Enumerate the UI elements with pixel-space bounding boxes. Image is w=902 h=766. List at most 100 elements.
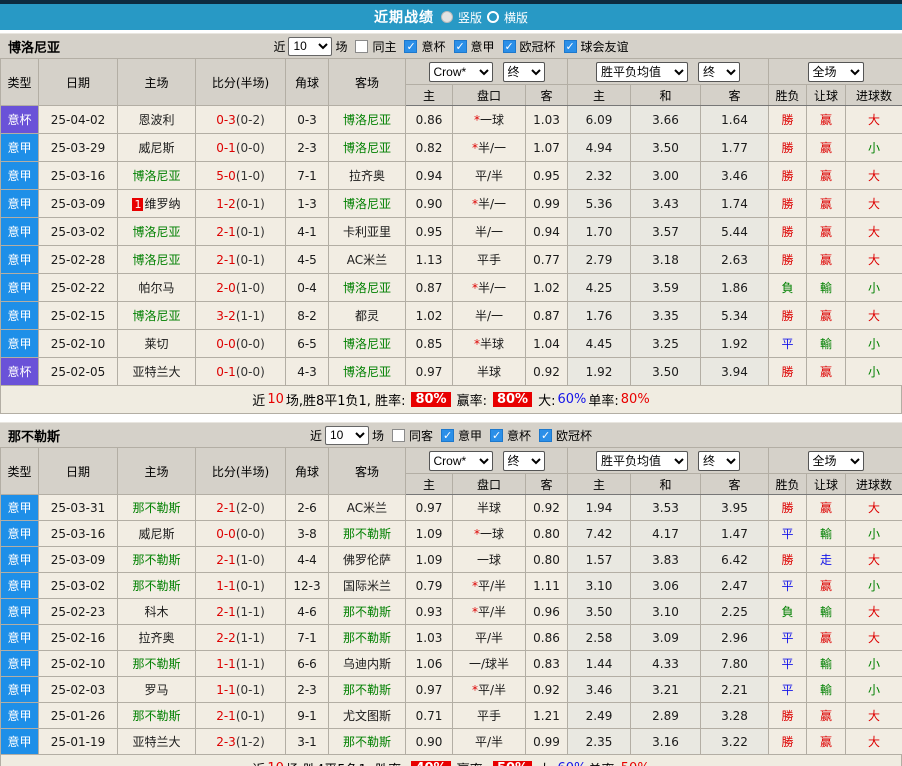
cell-handicap: 平/半 [453, 162, 526, 190]
home-team-name[interactable]: 那不勒斯 [132, 657, 180, 671]
away-team-name[interactable]: 佛罗伦萨 [343, 553, 391, 567]
league-checkbox-1[interactable] [490, 429, 503, 442]
home-team-name[interactable]: 博洛尼亚 [132, 253, 180, 267]
wdl-state-select[interactable]: 终 [698, 451, 740, 471]
cell-away-team: 那不勒斯 [329, 729, 406, 755]
away-team-name[interactable]: 乌迪内斯 [343, 657, 391, 671]
wdl-select-wrap: 胜平负均值终 [568, 451, 768, 471]
away-team-name[interactable]: 那不勒斯 [343, 631, 391, 645]
wdl-state-select[interactable]: 终 [698, 62, 740, 82]
cell-odds-away: 0.77 [526, 246, 568, 274]
home-team-name[interactable]: 博洛尼亚 [132, 225, 180, 239]
home-team-name[interactable]: 亚特兰大 [132, 365, 180, 379]
home-team-name[interactable]: 那不勒斯 [132, 553, 180, 567]
radio-horizontal-icon[interactable] [487, 11, 499, 23]
sub-col-header: 主 [568, 474, 631, 495]
away-team-name[interactable]: 卡利亚里 [343, 225, 391, 239]
home-team-name[interactable]: 罗马 [144, 683, 168, 697]
cell-wdl-draw: 3.83 [631, 547, 701, 573]
away-team-name[interactable]: 国际米兰 [343, 579, 391, 593]
cell-wdl-home: 2.32 [568, 162, 631, 190]
cell-handicap: 平手 [453, 246, 526, 274]
scope-select[interactable]: 全场 [808, 451, 864, 471]
radio-vertical-label[interactable]: 竖版 [458, 9, 482, 26]
same-venue-checkbox[interactable] [355, 40, 368, 53]
odds-state-select[interactable]: 终 [503, 62, 545, 82]
away-team-name[interactable]: 那不勒斯 [343, 735, 391, 749]
cell-corners: 7-1 [286, 625, 329, 651]
league-checkbox-2[interactable] [539, 429, 552, 442]
league-checkbox-2[interactable] [503, 40, 516, 53]
match-count-select[interactable]: 10 [325, 426, 369, 445]
cell-wdl-draw: 4.17 [631, 521, 701, 547]
radio-horizontal-label[interactable]: 横版 [504, 9, 528, 26]
match-count-select[interactable]: 10 [288, 37, 332, 56]
away-team-name[interactable]: 尤文图斯 [343, 709, 391, 723]
spacer [0, 414, 902, 422]
cell-result-goals: 大 [846, 729, 902, 755]
league-checkbox-3[interactable] [564, 40, 577, 53]
wdl-average-select[interactable]: 胜平负均值 [596, 62, 688, 82]
scope-select[interactable]: 全场 [808, 62, 864, 82]
home-team-name[interactable]: 恩波利 [138, 113, 174, 127]
cell-odds-away: 0.92 [526, 677, 568, 703]
away-team-name[interactable]: 博洛尼亚 [343, 113, 391, 127]
cell-wdl-away: 1.64 [701, 106, 769, 134]
cell-result-handicap: 輸 [807, 521, 846, 547]
league-checkbox-1[interactable] [454, 40, 467, 53]
league-checkbox-0[interactable] [404, 40, 417, 53]
home-team-name[interactable]: 拉齐奥 [138, 631, 174, 645]
fulltime-score: 2-1 [216, 605, 236, 619]
home-team-name[interactable]: 博洛尼亚 [132, 309, 180, 323]
away-team-name[interactable]: 那不勒斯 [343, 527, 391, 541]
home-team-name[interactable]: 那不勒斯 [132, 501, 180, 515]
cell-wdl-home: 4.94 [568, 134, 631, 162]
cell-match-type: 意甲 [1, 190, 39, 218]
home-team-name[interactable]: 莱切 [144, 337, 168, 351]
sub-col-header: 客 [701, 474, 769, 495]
odds-source-select[interactable]: Crow* [429, 451, 493, 471]
league-checkbox-0[interactable] [441, 429, 454, 442]
home-team-name[interactable]: 那不勒斯 [132, 579, 180, 593]
sub-col-header: 和 [631, 85, 701, 106]
fulltime-score: 2-1 [216, 225, 236, 239]
away-team-name[interactable]: 博洛尼亚 [343, 337, 391, 351]
home-team-name[interactable]: 那不勒斯 [132, 709, 180, 723]
away-team-name[interactable]: 博洛尼亚 [343, 197, 391, 211]
away-team-name[interactable]: AC米兰 [347, 253, 387, 267]
col-header: 主场 [118, 448, 196, 495]
col-header: 类型 [1, 59, 39, 106]
away-team-name[interactable]: 博洛尼亚 [343, 365, 391, 379]
team-name: 那不勒斯 [8, 426, 60, 445]
cell-wdl-away: 3.22 [701, 729, 769, 755]
home-team-name[interactable]: 威尼斯 [138, 141, 174, 155]
away-team-name[interactable]: 都灵 [355, 309, 379, 323]
halftime-score: (1-0) [236, 281, 265, 295]
cell-score: 5-0(1-0) [196, 162, 286, 190]
sub-col-header: 客 [526, 474, 568, 495]
away-team-name[interactable]: 博洛尼亚 [343, 281, 391, 295]
home-team-name[interactable]: 威尼斯 [138, 527, 174, 541]
cell-score: 2-1(0-1) [196, 246, 286, 274]
cell-date: 25-03-31 [39, 495, 118, 521]
away-team-name[interactable]: 那不勒斯 [343, 605, 391, 619]
cell-result-wdl: 平 [769, 625, 807, 651]
home-team-name[interactable]: 帕尔马 [138, 281, 174, 295]
page-title: 近期战绩 [374, 7, 434, 27]
wdl-average-select[interactable]: 胜平负均值 [596, 451, 688, 471]
radio-vertical-icon[interactable] [441, 11, 453, 23]
away-team-name[interactable]: 博洛尼亚 [343, 141, 391, 155]
cell-away-team: 博洛尼亚 [329, 106, 406, 134]
odds-group-header: Crow* 终 [406, 59, 568, 85]
away-team-name[interactable]: 那不勒斯 [343, 683, 391, 697]
home-team-name[interactable]: 博洛尼亚 [132, 169, 180, 183]
cell-date: 25-04-02 [39, 106, 118, 134]
away-team-name[interactable]: 拉齐奥 [349, 169, 385, 183]
home-team-name[interactable]: 维罗纳 [144, 197, 180, 211]
same-venue-checkbox[interactable] [392, 429, 405, 442]
away-team-name[interactable]: AC米兰 [347, 501, 387, 515]
odds-source-select[interactable]: Crow* [429, 62, 493, 82]
home-team-name[interactable]: 亚特兰大 [132, 735, 180, 749]
home-team-name[interactable]: 科木 [144, 605, 168, 619]
odds-state-select[interactable]: 终 [503, 451, 545, 471]
